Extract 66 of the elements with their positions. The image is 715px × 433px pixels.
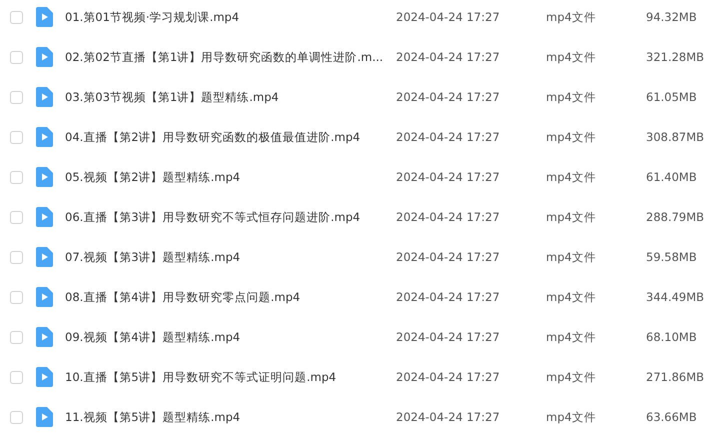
modified-date: 2024-04-24 17:27 [396, 170, 501, 184]
checkbox[interactable] [10, 210, 23, 224]
file-size: 68.10MB [646, 330, 698, 344]
file-size: 288.79MB [646, 210, 706, 224]
video-file-icon [36, 247, 53, 267]
file-size: 59.58MB [646, 250, 698, 264]
file-name[interactable]: 11.视频【第5讲】题型精练.mp4 [65, 410, 396, 424]
checkbox[interactable] [10, 370, 23, 384]
file-type: mp4文件 [546, 330, 597, 344]
modified-date: 2024-04-24 17:27 [396, 90, 501, 104]
file-size: 94.32MB [646, 10, 698, 24]
file-type: mp4文件 [546, 370, 597, 384]
file-name[interactable]: 04.直播【第2讲】用导数研究函数的极值最值进阶.mp4 [65, 130, 396, 144]
checkbox[interactable] [10, 130, 23, 144]
modified-date: 2024-04-24 17:27 [396, 250, 501, 264]
file-type: mp4文件 [546, 170, 597, 184]
checkbox[interactable] [10, 90, 23, 104]
file-name[interactable]: 10.直播【第5讲】用导数研究不等式证明问题.mp4 [65, 370, 396, 384]
modified-date: 2024-04-24 17:27 [396, 130, 501, 144]
file-name[interactable]: 08.直播【第4讲】用导数研究零点问题.mp4 [65, 290, 396, 304]
checkbox[interactable] [10, 250, 23, 264]
file-type: mp4文件 [546, 210, 597, 224]
file-name[interactable]: 03.第03节视频【第1讲】题型精练.mp4 [65, 90, 396, 104]
checkbox[interactable] [10, 410, 23, 424]
video-file-icon [36, 207, 53, 227]
modified-date: 2024-04-24 17:27 [396, 210, 501, 224]
video-file-icon [36, 327, 53, 347]
file-size: 321.28MB [646, 50, 706, 64]
video-file-icon [36, 367, 53, 387]
modified-date: 2024-04-24 17:27 [396, 50, 501, 64]
file-name[interactable]: 06.直播【第3讲】用导数研究不等式恒存问题进阶.mp4 [65, 210, 396, 224]
file-name[interactable]: 05.视频【第2讲】题型精练.mp4 [65, 170, 396, 184]
file-type: mp4文件 [546, 290, 597, 304]
file-size: 344.49MB [646, 290, 706, 304]
modified-date: 2024-04-24 17:27 [396, 290, 501, 304]
file-size: 63.66MB [646, 410, 698, 424]
video-file-icon [36, 167, 53, 187]
modified-date: 2024-04-24 17:27 [396, 330, 501, 344]
checkbox[interactable] [10, 10, 23, 24]
file-type: mp4文件 [546, 10, 597, 24]
file-type: mp4文件 [546, 130, 597, 144]
modified-date: 2024-04-24 17:27 [396, 410, 501, 424]
video-file-icon [36, 47, 53, 67]
file-type: mp4文件 [546, 50, 597, 64]
checkbox[interactable] [10, 170, 23, 184]
video-file-icon [36, 7, 53, 27]
file-size: 61.40MB [646, 170, 698, 184]
file-name[interactable]: 02.第02节直播【第1讲】用导数研究函数的单调性进阶.m... [65, 50, 396, 64]
modified-date: 2024-04-24 17:27 [396, 370, 501, 384]
video-file-icon [36, 87, 53, 107]
file-type: mp4文件 [546, 410, 597, 424]
file-name[interactable]: 01.第01节视频·学习规划课.mp4 [65, 10, 396, 24]
video-file-icon [36, 127, 53, 147]
file-type: mp4文件 [546, 90, 597, 104]
file-size: 61.05MB [646, 90, 698, 104]
checkbox[interactable] [10, 50, 23, 64]
checkbox[interactable] [10, 330, 23, 344]
file-size: 271.86MB [646, 370, 706, 384]
modified-date: 2024-04-24 17:27 [396, 10, 501, 24]
file-type: mp4文件 [546, 250, 597, 264]
video-file-icon [36, 287, 53, 307]
file-name[interactable]: 09.视频【第4讲】题型精练.mp4 [65, 330, 396, 344]
file-name[interactable]: 07.视频【第3讲】题型精练.mp4 [65, 250, 396, 264]
checkbox[interactable] [10, 290, 23, 304]
file-size: 308.87MB [646, 130, 706, 144]
video-file-icon [36, 407, 53, 427]
